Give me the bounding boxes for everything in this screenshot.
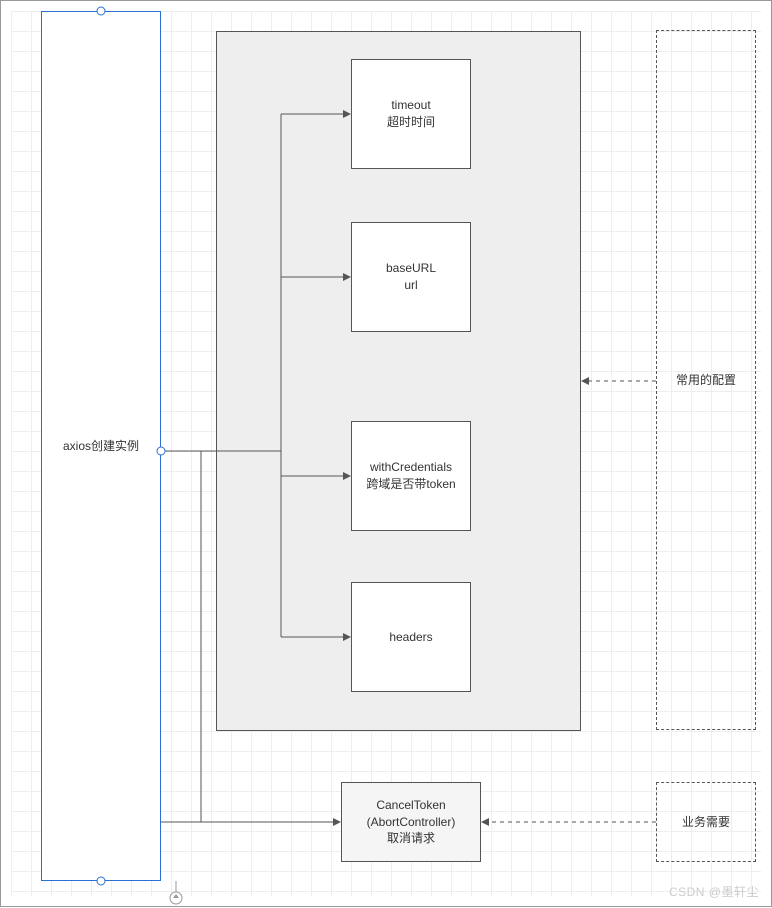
config-item-line1: timeout [391,97,430,114]
config-item-line2: url [404,277,417,294]
left-box-axios[interactable]: axios创建实例 [41,11,161,881]
left-box-label: axios创建实例 [63,438,139,455]
config-item-line2: 跨域是否带token [366,476,455,493]
config-item-line1: withCredentials [370,459,452,476]
dashed-box-business-need[interactable]: 业务需要 [656,782,756,862]
config-item-timeout[interactable]: timeout 超时时间 [351,59,471,169]
cancel-box-line1: CancelToken [376,797,445,814]
watermark-text: CSDN @墨轩尘 [669,883,759,900]
config-item-line1: headers [389,629,432,646]
config-item-baseurl[interactable]: baseURL url [351,222,471,332]
config-item-withcredentials[interactable]: withCredentials 跨域是否带token [351,421,471,531]
dashed-box-label: 业务需要 [682,814,730,831]
cancel-token-box[interactable]: CancelToken (AbortController) 取消请求 [341,782,481,862]
cancel-box-line2: (AbortController) [367,814,456,831]
config-item-line2: 超时时间 [387,114,435,131]
dashed-box-label: 常用的配置 [676,372,736,389]
config-item-line1: baseURL [386,260,436,277]
dashed-box-common-config[interactable]: 常用的配置 [656,30,756,730]
diagram-canvas: axios创建实例 timeout 超时时间 baseURL url withC… [0,0,772,907]
config-item-headers[interactable]: headers [351,582,471,692]
cancel-box-line3: 取消请求 [387,830,435,847]
